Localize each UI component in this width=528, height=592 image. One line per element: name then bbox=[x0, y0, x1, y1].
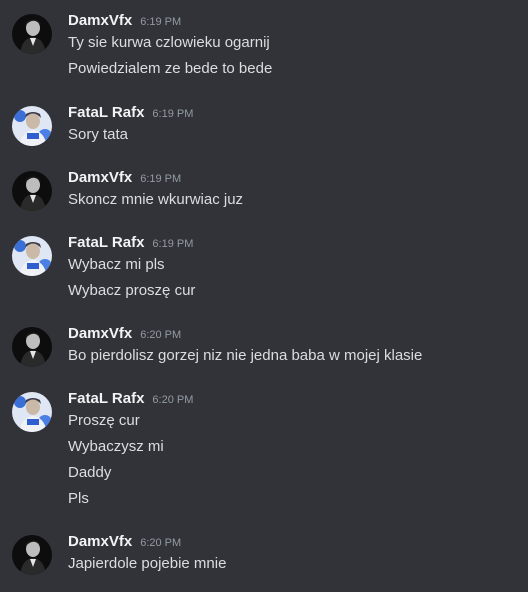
damx-avatar-icon bbox=[12, 14, 52, 54]
message-text[interactable]: Japierdole pojebie mnie bbox=[68, 553, 226, 575]
timestamp[interactable]: 6:19 PM bbox=[140, 168, 181, 190]
chat-message-list: DamxVfx 6:19 PM Ty sie kurwa czlowieku o… bbox=[0, 0, 528, 592]
user-avatar[interactable] bbox=[12, 392, 52, 432]
message-header: DamxVfx 6:19 PM bbox=[68, 10, 181, 32]
message-text[interactable]: Wybacz proszę cur bbox=[68, 280, 195, 302]
timestamp[interactable]: 6:20 PM bbox=[140, 532, 181, 554]
timestamp[interactable]: 6:20 PM bbox=[140, 324, 181, 346]
damx-avatar-icon bbox=[12, 171, 52, 211]
message-text[interactable]: Sory tata bbox=[68, 124, 128, 146]
message-header: FataL Rafx 6:19 PM bbox=[68, 102, 193, 124]
damx-avatar-icon bbox=[12, 327, 52, 367]
damx-avatar-icon bbox=[12, 535, 52, 575]
message-text[interactable]: Proszę cur bbox=[68, 410, 140, 432]
user-avatar[interactable] bbox=[12, 327, 52, 367]
timestamp[interactable]: 6:19 PM bbox=[152, 233, 193, 255]
message-header: DamxVfx 6:20 PM bbox=[68, 323, 181, 345]
timestamp[interactable]: 6:19 PM bbox=[152, 103, 193, 125]
fatal-avatar-icon bbox=[12, 106, 52, 146]
username[interactable]: FataL Rafx bbox=[68, 102, 144, 124]
message-text[interactable]: Bo pierdolisz gorzej niz nie jedna baba … bbox=[68, 345, 422, 367]
user-avatar[interactable] bbox=[12, 106, 52, 146]
user-avatar[interactable] bbox=[12, 14, 52, 54]
message-text[interactable]: Daddy bbox=[68, 462, 111, 484]
username[interactable]: DamxVfx bbox=[68, 531, 132, 553]
user-avatar[interactable] bbox=[12, 535, 52, 575]
timestamp[interactable]: 6:20 PM bbox=[152, 389, 193, 411]
username[interactable]: DamxVfx bbox=[68, 323, 132, 345]
username[interactable]: DamxVfx bbox=[68, 10, 132, 32]
message-header: DamxVfx 6:20 PM bbox=[68, 531, 181, 553]
message-text[interactable]: Wybacz mi pls bbox=[68, 254, 165, 276]
message-header: DamxVfx 6:19 PM bbox=[68, 167, 181, 189]
message-header: FataL Rafx 6:19 PM bbox=[68, 232, 193, 254]
timestamp[interactable]: 6:19 PM bbox=[140, 11, 181, 33]
message-text[interactable]: Ty sie kurwa czlowieku ogarnij bbox=[68, 32, 270, 54]
message-text[interactable]: Pls bbox=[68, 488, 89, 510]
user-avatar[interactable] bbox=[12, 171, 52, 211]
message-text[interactable]: Skoncz mnie wkurwiac juz bbox=[68, 189, 243, 211]
fatal-avatar-icon bbox=[12, 392, 52, 432]
message-header: FataL Rafx 6:20 PM bbox=[68, 388, 193, 410]
username[interactable]: FataL Rafx bbox=[68, 232, 144, 254]
message-text[interactable]: Wybaczysz mi bbox=[68, 436, 164, 458]
message-text[interactable]: Powiedzialem ze bede to bede bbox=[68, 58, 272, 80]
fatal-avatar-icon bbox=[12, 236, 52, 276]
username[interactable]: FataL Rafx bbox=[68, 388, 144, 410]
user-avatar[interactable] bbox=[12, 236, 52, 276]
username[interactable]: DamxVfx bbox=[68, 167, 132, 189]
